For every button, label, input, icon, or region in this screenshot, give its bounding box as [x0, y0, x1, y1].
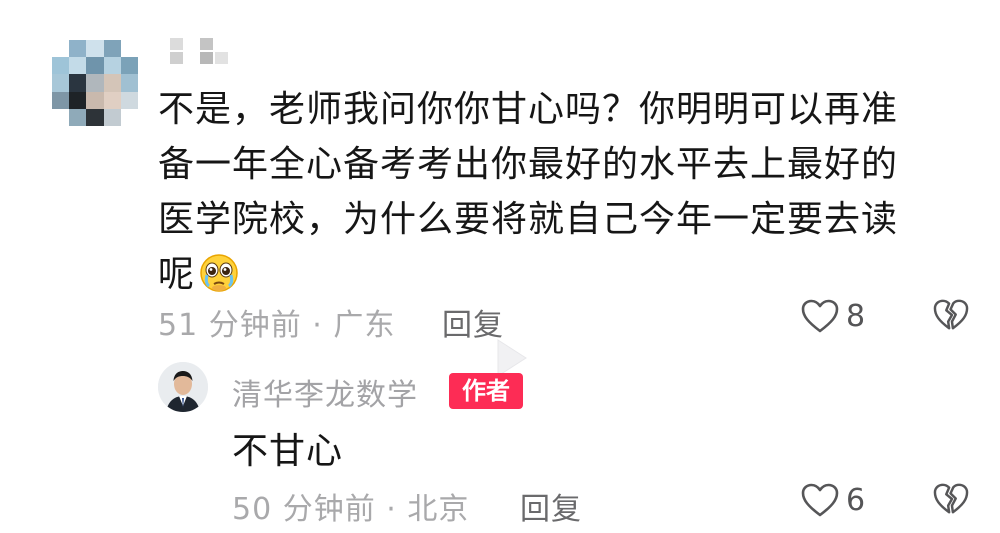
comment-meta: 51 分钟前 · 广东	[158, 300, 395, 344]
reply-reply-button[interactable]: 回复	[520, 484, 582, 528]
author-avatar[interactable]	[158, 362, 208, 412]
commenter-name-redacted	[170, 38, 228, 64]
broken-heart-icon	[933, 299, 969, 330]
reply-like-button[interactable]: 6	[800, 482, 865, 518]
comment-line: 呢	[158, 254, 196, 295]
comment-line: 备一年全心备考考出你最好的水平去上最好的	[158, 144, 899, 185]
comment-time-location: 51 分钟前 · 广东	[158, 308, 396, 343]
heart-icon	[801, 299, 839, 333]
comment-text: 不是，老师我问你你甘心吗？你明明可以再准 备一年全心备考考出你最好的水平去上最好…	[158, 82, 958, 302]
reply-meta: 50 分钟前 · 北京	[232, 484, 469, 528]
author-badge: 作者	[449, 373, 523, 409]
comment-line: 不是，老师我问你你甘心吗？你明明可以再准	[158, 89, 899, 130]
broken-heart-icon	[933, 483, 969, 514]
reply-like-count: 6	[846, 482, 866, 518]
comment-like-count: 8	[846, 298, 866, 334]
reply-text: 不甘心	[232, 431, 344, 472]
reply-time-location: 50 分钟前 · 北京	[232, 492, 470, 527]
pleading-face-emoji	[199, 253, 239, 293]
comment-dislike-button[interactable]	[932, 298, 970, 332]
comment-thread: 不是，老师我问你你甘心吗？你明明可以再准 备一年全心备考考出你最好的水平去上最好…	[0, 0, 1000, 533]
author-name[interactable]: 清华李龙数学	[232, 370, 418, 414]
commenter-avatar[interactable]	[52, 40, 138, 126]
comment-line: 医学院校，为什么要将就自己今年一定要去读	[158, 199, 899, 240]
heart-icon	[801, 483, 839, 517]
reply-dislike-button[interactable]	[932, 482, 970, 516]
comment-like-button[interactable]: 8	[800, 298, 865, 334]
